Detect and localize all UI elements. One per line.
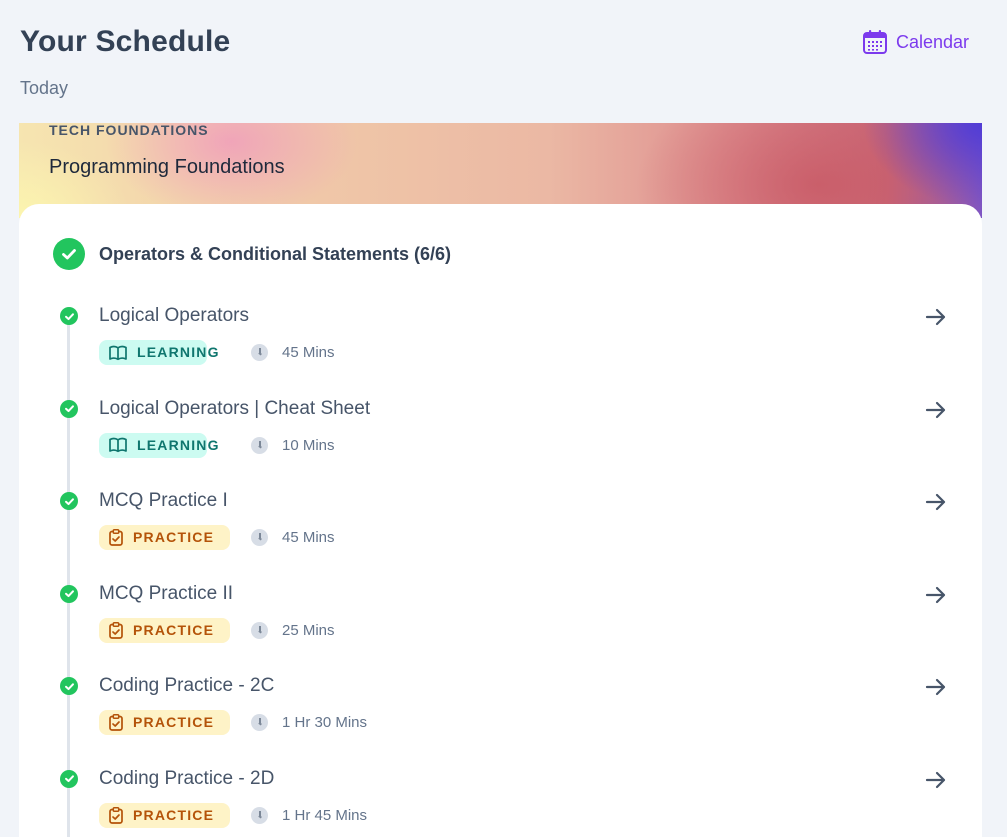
check-circle-icon [60, 677, 78, 695]
clock-icon [251, 714, 268, 731]
calendar-button[interactable]: Calendar [862, 28, 969, 56]
course-name: Programming Foundations [49, 156, 285, 178]
item-title[interactable]: Coding Practice - 2C [99, 674, 274, 698]
item-duration: 45 Mins [251, 340, 335, 365]
item-duration: 10 Mins [251, 433, 335, 458]
book-open-icon [109, 437, 127, 453]
item-duration: 1 Hr 45 Mins [251, 803, 367, 828]
calendar-icon [862, 29, 888, 55]
duration-label: 25 Mins [282, 621, 335, 639]
item-duration: 1 Hr 30 Mins [251, 710, 367, 735]
calendar-label: Calendar [895, 32, 969, 52]
item-type-badge: LEARNING [99, 432, 219, 458]
duration-label: 1 Hr 45 Mins [282, 806, 368, 824]
module-header[interactable]: Operators & Conditional Statements (6/6) [53, 238, 451, 270]
item-title[interactable]: MCQ Practice II [99, 582, 233, 606]
schedule-item-3: MCQ Practice I PRACTICE 45 Mins [19, 489, 982, 581]
clipboard-check-icon [109, 714, 123, 731]
clipboard-check-icon [109, 806, 123, 824]
item-type-badge: PRACTICE [99, 617, 230, 643]
item-type-badge: LEARNING [99, 340, 219, 365]
clock-icon [251, 344, 268, 361]
clock-icon [251, 806, 268, 824]
book-open-icon [109, 345, 127, 361]
schedule-item-4: MCQ Practice II PRACTICE 25 Mins [19, 582, 982, 674]
schedule-item-1: Logical Operators LEARNING 45 Mins [19, 304, 982, 396]
arrow-right-icon[interactable] [924, 675, 948, 699]
duration-label: 45 Mins [282, 529, 335, 546]
clock-icon [251, 529, 268, 546]
clock-icon [251, 621, 268, 639]
item-type-badge: PRACTICE [99, 802, 230, 828]
item-type-label: PRACTICE [133, 529, 215, 545]
arrow-right-icon[interactable] [924, 768, 948, 792]
schedule-page: Your Schedule Calendar Today TECH FOUNDA… [0, 0, 1007, 837]
schedule-card: Operators & Conditional Statements (6/6)… [19, 204, 982, 837]
item-duration: 25 Mins [251, 618, 335, 643]
item-type-badge: PRACTICE [99, 710, 230, 735]
item-type-label: LEARNING [137, 344, 220, 360]
check-circle-icon [60, 584, 78, 603]
arrow-right-icon[interactable] [924, 398, 948, 422]
schedule-item-6: Coding Practice - 2D PRACTICE 1 Hr 45 Mi… [19, 767, 982, 837]
item-duration: 45 Mins [251, 525, 335, 550]
clipboard-check-icon [109, 529, 123, 546]
check-circle-icon [60, 307, 78, 325]
item-type-label: PRACTICE [133, 714, 215, 730]
check-circle-icon [53, 238, 85, 270]
schedule-item-5: Coding Practice - 2C PRACTICE 1 Hr 30 Mi… [19, 674, 982, 766]
duration-label: 10 Mins [282, 436, 335, 454]
item-title[interactable]: MCQ Practice I [99, 489, 228, 513]
header: Your Schedule Calendar [20, 22, 969, 62]
item-type-label: PRACTICE [133, 806, 215, 823]
check-circle-icon [60, 492, 78, 510]
page-title: Your Schedule [20, 25, 231, 58]
item-title[interactable]: Coding Practice - 2D [99, 767, 274, 791]
item-type-badge: PRACTICE [99, 525, 230, 550]
arrow-right-icon[interactable] [924, 490, 948, 514]
clipboard-check-icon [109, 621, 123, 639]
date-label: Today [20, 78, 69, 98]
check-circle-icon [60, 399, 78, 418]
item-type-label: LEARNING [137, 436, 220, 453]
item-title[interactable]: Logical Operators [99, 304, 249, 328]
clock-icon [251, 436, 268, 454]
schedule-item-2: Logical Operators | Cheat Sheet LEARNING… [19, 397, 982, 489]
duration-label: 45 Mins [282, 344, 335, 361]
duration-label: 1 Hr 30 Mins [282, 714, 368, 731]
arrow-right-icon[interactable] [924, 305, 948, 329]
arrow-right-icon[interactable] [924, 583, 948, 607]
module-title: Operators & Conditional Statements (6/6) [99, 244, 452, 264]
item-type-label: PRACTICE [133, 621, 215, 638]
item-title[interactable]: Logical Operators | Cheat Sheet [99, 397, 370, 421]
check-circle-icon [60, 769, 78, 788]
course-track: TECH FOUNDATIONS [49, 123, 209, 138]
